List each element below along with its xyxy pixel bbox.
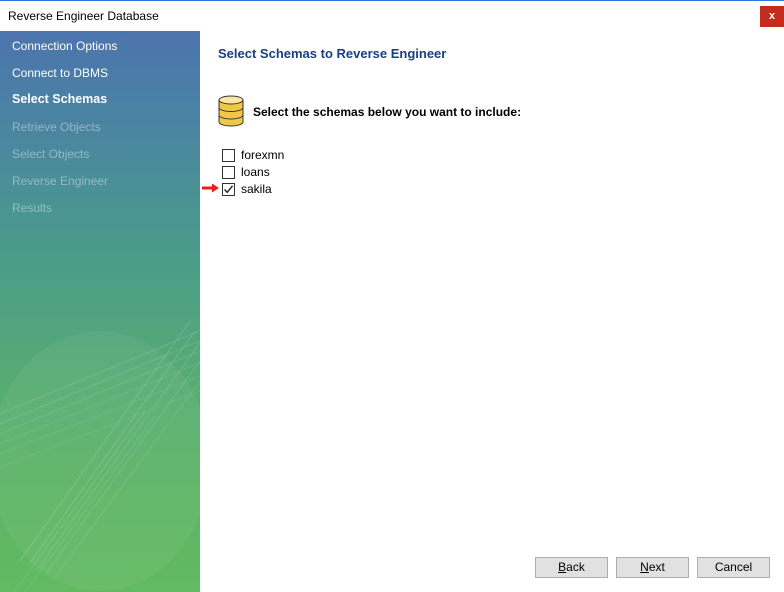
sidebar-item-select-schemas: Select Schemas	[12, 92, 108, 106]
next-button-label: ext	[648, 560, 665, 574]
sidebar-decoration	[0, 320, 200, 592]
back-button-mnemonic: B	[558, 560, 567, 574]
sidebar-item-select-objects: Select Objects	[12, 147, 90, 161]
close-button[interactable]: x	[760, 6, 784, 27]
red-arrow-icon	[202, 183, 219, 193]
sidebar-item-connection-options: Connection Options	[12, 39, 118, 53]
sidebar-item-connect-to-dbms: Connect to DBMS	[12, 66, 109, 80]
title-bar: Reverse Engineer Database x	[0, 0, 784, 31]
back-button-label: ack	[566, 560, 585, 574]
checkmark-icon	[223, 184, 234, 193]
next-button[interactable]: Next	[616, 557, 689, 578]
cancel-button[interactable]: Cancel	[697, 557, 770, 578]
next-button-mnemonic: N	[640, 560, 649, 574]
cancel-button-label: Cancel	[714, 560, 753, 574]
schema-option-sakila[interactable]: sakila	[222, 181, 272, 197]
schema-checkbox-loans[interactable]	[222, 165, 235, 179]
close-icon: x	[768, 10, 776, 22]
schema-label: sakila	[241, 182, 272, 196]
wizard-sidebar: Connection Options Connect to DBMS Selec…	[0, 31, 200, 592]
schema-label: loans	[241, 165, 270, 179]
schema-checkbox-sakila[interactable]	[222, 182, 235, 196]
schema-label: forexmn	[241, 148, 285, 162]
schema-option-loans[interactable]: loans	[222, 164, 270, 180]
instruction-text: Select the schemas below you want to inc…	[253, 105, 522, 119]
back-button[interactable]: Back	[535, 557, 608, 578]
window-title: Reverse Engineer Database	[8, 9, 159, 23]
sidebar-item-reverse-engineer: Reverse Engineer	[12, 174, 109, 188]
schema-checkbox-forexmn[interactable]	[222, 148, 235, 162]
database-icon	[218, 95, 244, 127]
sidebar-item-results: Results	[12, 201, 53, 215]
sidebar-item-retrieve-objects: Retrieve Objects	[12, 120, 101, 134]
page-title: Select Schemas to Reverse Engineer	[218, 46, 447, 61]
schema-option-forexmn[interactable]: forexmn	[222, 147, 284, 163]
